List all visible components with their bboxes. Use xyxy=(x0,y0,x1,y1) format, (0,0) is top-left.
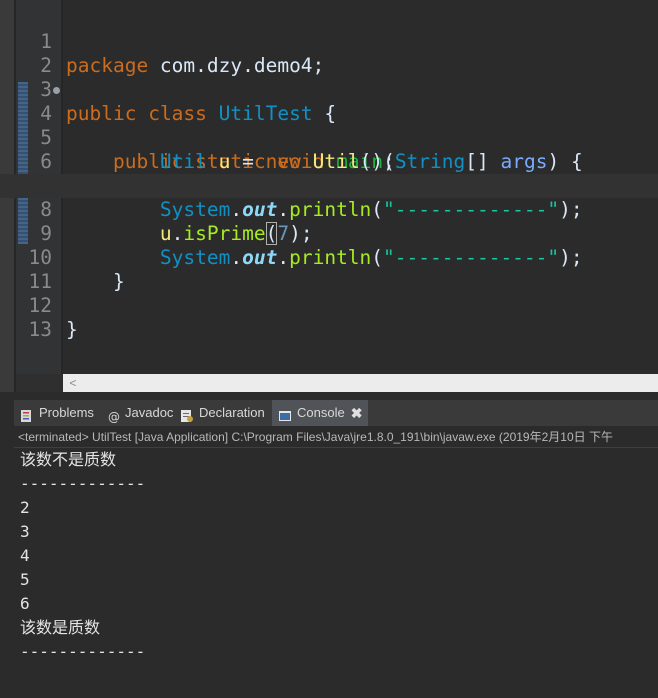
scroll-left-arrow-icon[interactable]: < xyxy=(66,376,80,390)
code-line: 5 Util u = new Util(); xyxy=(0,102,658,173)
code-line: 4 public static void main(String[] args)… xyxy=(0,78,658,173)
code-editor[interactable]: 1 package com.dzy.demo4; 2 3 public clas… xyxy=(0,0,658,392)
tab-label: Console xyxy=(297,405,345,420)
console-output-line: 该数不是质数 xyxy=(20,450,117,469)
close-icon[interactable]: ✖ xyxy=(351,400,363,426)
console-process-label: <terminated> UtilTest [Java Application]… xyxy=(18,430,613,444)
console-output-line: ------------- xyxy=(20,642,146,661)
javadoc-icon: @ xyxy=(106,406,120,424)
tab-javadoc[interactable]: @ Javadoc xyxy=(106,400,173,426)
code-line: 12 } xyxy=(0,270,658,341)
console-output-line: 4 xyxy=(20,546,30,565)
console-output-line: 该数是质数 xyxy=(20,618,101,637)
code-line: 2 xyxy=(0,30,658,77)
code-line: 11 xyxy=(0,246,658,293)
console-output-line: 3 xyxy=(20,522,30,541)
tab-label: Declaration xyxy=(199,405,265,420)
tab-problems[interactable]: Problems xyxy=(20,400,94,426)
tab-label: Javadoc xyxy=(125,405,174,420)
code-line: 9 System.out.println("-------------"); xyxy=(0,198,658,269)
code-line: 13 xyxy=(0,294,658,341)
svg-text:@: @ xyxy=(108,410,120,423)
console-output-line: 6 xyxy=(20,594,30,613)
console-output-line: 2 xyxy=(20,498,30,517)
bottom-panel-tabbar: Problems @ Javadoc Declaration Console ✖ xyxy=(14,400,658,426)
code-line: 1 package com.dzy.demo4; xyxy=(0,6,658,77)
horizontal-scrollbar[interactable] xyxy=(63,374,658,392)
code-line: 6 u.isPrime(20); xyxy=(0,126,658,197)
declaration-icon xyxy=(180,406,194,422)
tab-label: Problems xyxy=(39,405,94,420)
ide-window: 1 package com.dzy.demo4; 2 3 public clas… xyxy=(0,0,658,698)
tab-declaration[interactable]: Declaration xyxy=(180,400,265,426)
code-line: 10 } xyxy=(0,222,658,293)
tab-console[interactable]: Console ✖ xyxy=(272,400,369,426)
line-number: 13 xyxy=(28,318,52,341)
console-output-line: 5 xyxy=(20,570,30,589)
fold-collapse-icon[interactable] xyxy=(53,87,60,94)
code-line: 3 public class UtilTest { xyxy=(0,54,658,125)
console-icon xyxy=(278,406,292,421)
code-line-current: 8 u.isPrime(7); xyxy=(0,174,658,245)
code-line: 7 System.out.println("-------------"); xyxy=(0,150,658,221)
console-output-line: ------------- xyxy=(20,474,146,493)
panel-splitter[interactable] xyxy=(0,392,658,400)
problems-icon xyxy=(20,406,34,422)
